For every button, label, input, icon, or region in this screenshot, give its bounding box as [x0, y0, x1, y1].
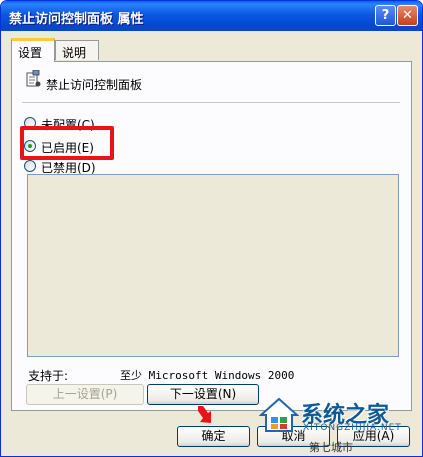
support-label: 支持于:	[28, 369, 69, 383]
support-value: 至少 Microsoft Windows 2000	[120, 369, 295, 382]
watermark-sub-text: XITONGZHIJIA.NET	[303, 423, 402, 433]
window-title: 禁止访问控制面板 属性	[9, 12, 144, 27]
policy-document-icon	[26, 70, 41, 87]
settings-panel: 禁止访问控制面板 未配置(C) 已启用(E) 已禁用(D) 支持于: 至少 Mi…	[11, 61, 412, 411]
highlight-box	[20, 126, 114, 160]
prev-setting-button[interactable]: 上一设置(P)	[26, 384, 144, 405]
next-setting-button[interactable]: 下一设置(N)	[147, 384, 259, 405]
title-bar[interactable]: 禁止访问控制面板 属性 ? ✕	[1, 1, 422, 31]
radio-disabled-circle[interactable]	[24, 160, 36, 172]
help-button[interactable]: ?	[375, 5, 396, 26]
watermark: 系统之家 XITONGZHIJIA.NET 第七城市	[259, 393, 419, 455]
tab-settings[interactable]: 设置	[11, 38, 55, 62]
close-icon: ✕	[402, 8, 413, 23]
watermark-logo-icon	[259, 397, 299, 432]
help-icon: ?	[381, 8, 390, 23]
options-area	[27, 174, 399, 357]
tab-explain[interactable]: 说明	[55, 40, 99, 60]
red-arrow-icon	[198, 406, 211, 423]
policy-name: 禁止访问控制面板	[46, 78, 143, 92]
close-button[interactable]: ✕	[397, 5, 418, 26]
ok-button[interactable]: 确定	[177, 426, 250, 447]
divider	[22, 102, 400, 103]
watermark-bottom-text: 第七城市	[309, 441, 353, 454]
properties-dialog: 禁止访问控制面板 属性 ? ✕ 设置 说明 禁止访问控制面板 未配置(C) 已启…	[0, 0, 423, 457]
